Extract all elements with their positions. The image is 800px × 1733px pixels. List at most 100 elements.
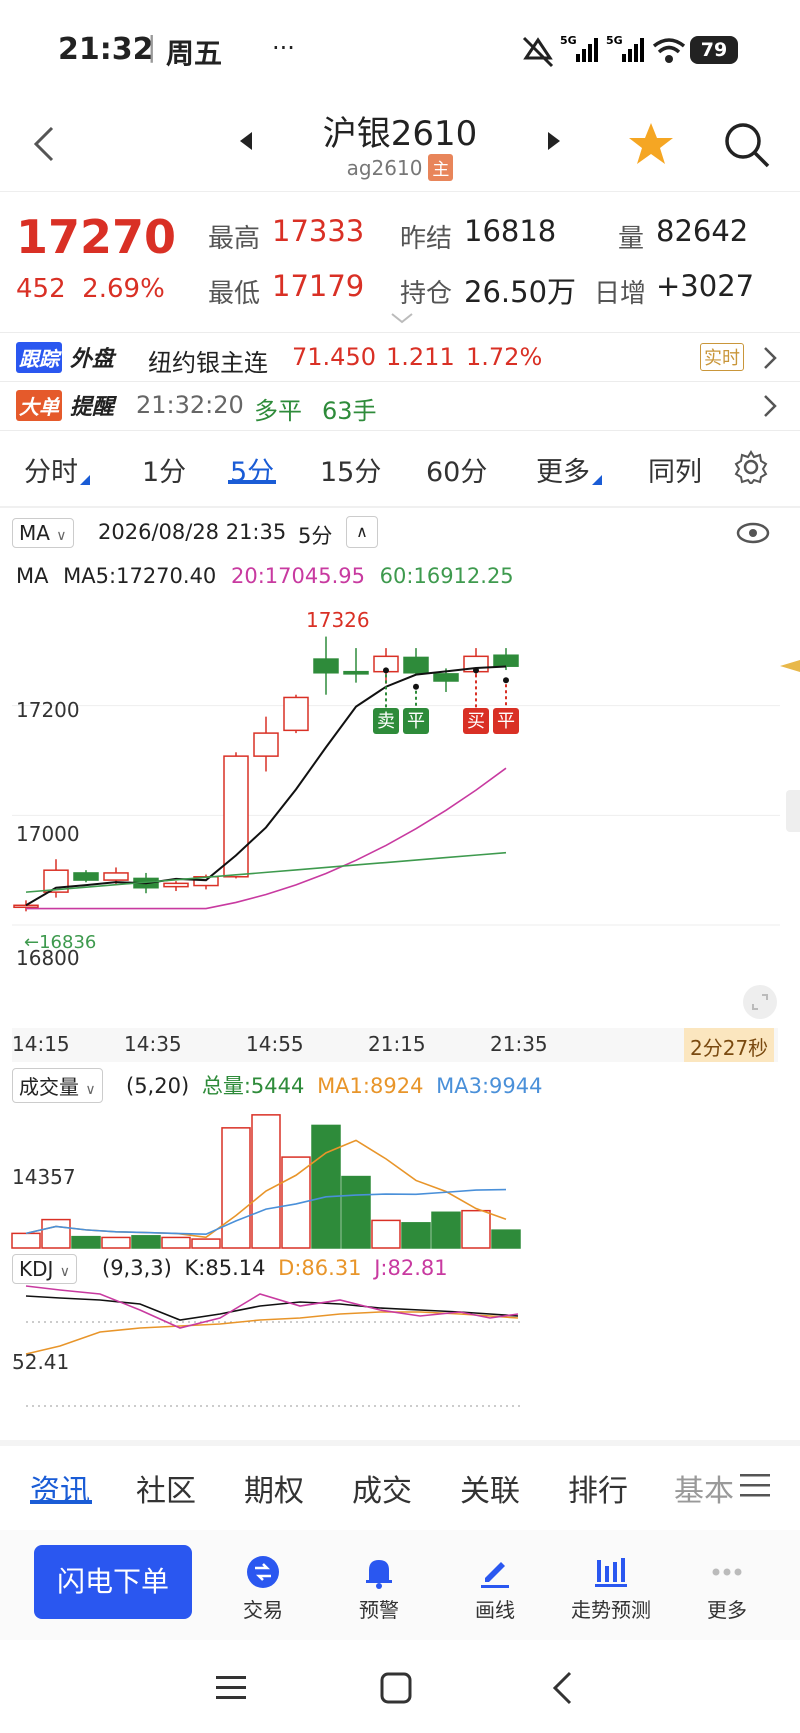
more-button[interactable]: 更多	[672, 1554, 782, 1623]
volume-bar	[251, 1114, 281, 1249]
kdj-k-line	[25, 1295, 519, 1321]
outer-price: 71.450	[292, 343, 376, 371]
track-tag: 跟踪	[16, 342, 62, 373]
page-title: 沪银2610	[322, 114, 478, 154]
more-label: 更多	[707, 1598, 747, 1622]
tab-options[interactable]: 期权	[244, 1466, 304, 1510]
tab-more[interactable]: 更多	[536, 450, 602, 489]
volume-bar	[11, 1232, 41, 1249]
chevron-down-icon: ∨	[59, 1264, 71, 1280]
big-order-row[interactable]: 大单 提醒 21:32:20 多平 63手	[0, 382, 800, 430]
trend-forecast-label: 走势预测	[571, 1598, 651, 1622]
signal-label: 买	[467, 711, 485, 732]
page-subtitle: ag2610 主	[0, 154, 800, 181]
recent-apps-icon[interactable]	[216, 1674, 246, 1700]
favorite-star-icon[interactable]	[626, 120, 676, 168]
chart-period: 5分	[298, 524, 333, 548]
prev-settle-label: 昨结	[400, 224, 453, 254]
candle-body	[493, 654, 519, 667]
candlestick-chart[interactable]: 卖平买平	[0, 596, 800, 1036]
search-icon[interactable]	[722, 120, 772, 170]
back-nav-icon[interactable]	[550, 1670, 574, 1706]
time-tick: 14:35	[124, 1032, 182, 1056]
realtime-badge: 实时	[700, 343, 744, 371]
candle-body	[13, 904, 39, 909]
candle-body	[283, 696, 309, 732]
volume-bar	[311, 1124, 341, 1249]
time-tick: 14:55	[246, 1032, 304, 1056]
trade-icon	[247, 1556, 279, 1588]
daily-inc-label: 日增	[594, 279, 647, 309]
tab-same-column[interactable]: 同列	[648, 450, 702, 489]
tab-label: 更多	[536, 457, 590, 488]
kdj-indicator-select[interactable]: KDJ ∨	[12, 1254, 78, 1284]
divider	[0, 506, 800, 508]
price-pointer-icon	[780, 660, 800, 672]
tab-ranking[interactable]: 排行	[568, 1466, 628, 1510]
dropdown-icon	[80, 475, 90, 485]
eye-icon[interactable]	[736, 520, 770, 546]
high-label: 最高	[208, 224, 261, 254]
ma-values: MA MA5:17270.40 20:17045.95 60:16912.25	[16, 564, 514, 588]
menu-icon[interactable]	[740, 1472, 770, 1498]
signal-5g-icon: 5G	[560, 34, 598, 62]
side-drawer-handle[interactable]	[786, 790, 800, 832]
volume-bar	[401, 1222, 431, 1249]
kdj-chart	[25, 1285, 520, 1407]
signal-5g-icon-2: 5G	[606, 34, 644, 62]
y-tick-17000: 17000	[16, 822, 80, 846]
outer-market-row[interactable]: 跟踪 外盘 纽约银主连 71.450 1.211 1.72% 实时	[0, 333, 800, 381]
kdj-k: K:85.14	[184, 1256, 266, 1280]
draw-line-label: 画线	[475, 1598, 515, 1622]
price-change: 452 2.69%	[16, 274, 165, 304]
nav-bar: 沪银2610 ag2610 主	[0, 100, 800, 192]
volume-bar	[371, 1219, 401, 1249]
chevron-right-icon	[764, 347, 777, 369]
candle-body	[403, 656, 429, 674]
tab-trades[interactable]: 成交	[352, 1466, 412, 1510]
pen-icon	[481, 1562, 509, 1588]
volume-axis-tick: 14357	[12, 1165, 76, 1189]
tab-related[interactable]: 关联	[460, 1466, 520, 1510]
signal-dot	[383, 667, 389, 674]
volume-bar	[161, 1236, 191, 1249]
draw-line-button[interactable]: 画线	[440, 1554, 550, 1623]
candle-body	[253, 732, 279, 757]
fullscreen-icon[interactable]	[742, 984, 778, 1020]
tab-15min[interactable]: 15分	[320, 450, 381, 489]
settings-gear-icon[interactable]	[734, 450, 768, 484]
active-tab-underline	[228, 480, 276, 484]
ma5-line	[25, 665, 507, 907]
flash-order-button[interactable]: 闪电下单	[34, 1545, 192, 1619]
volume-params: (5,20)	[126, 1074, 190, 1098]
tab-community[interactable]: 社区	[136, 1466, 196, 1510]
tab-1min[interactable]: 1分	[142, 450, 186, 489]
trend-forecast-button[interactable]: 走势预测	[556, 1554, 666, 1623]
indicator-select[interactable]: MA ∨	[12, 518, 74, 548]
main-contract-badge: 主	[428, 154, 454, 181]
home-icon[interactable]	[380, 1672, 412, 1704]
volume-bar	[431, 1211, 461, 1249]
trade-button[interactable]: 交易	[208, 1554, 318, 1623]
tab-60min[interactable]: 60分	[426, 450, 487, 489]
next-contract-icon[interactable]	[546, 130, 562, 152]
tab-intraday[interactable]: 分时	[24, 450, 90, 489]
volume-total: 总量:5444	[201, 1074, 305, 1098]
expand-chevron-icon[interactable]	[390, 312, 414, 324]
chart-icon	[595, 1558, 627, 1587]
status-day: 周五	[166, 37, 223, 70]
volume-indicator-select[interactable]: 成交量 ∨	[12, 1068, 103, 1103]
indicator-label: MA	[19, 521, 50, 545]
candle-body	[223, 755, 249, 878]
tab-fundamentals[interactable]: 基本	[674, 1466, 734, 1510]
trade-label: 交易	[243, 1598, 283, 1622]
alert-button[interactable]: 预警	[324, 1554, 434, 1623]
svg-text:5G: 5G	[560, 34, 577, 47]
collapse-button[interactable]: ∧	[346, 516, 378, 548]
signal-dot	[413, 683, 419, 690]
daily-inc-value: +3027	[656, 269, 755, 303]
ma60-value: 60:16912.25	[379, 564, 514, 588]
svg-text:5G: 5G	[606, 34, 623, 47]
kdj-axis-tick: 52.41	[12, 1350, 70, 1374]
contract-code: ag2610	[346, 156, 423, 180]
